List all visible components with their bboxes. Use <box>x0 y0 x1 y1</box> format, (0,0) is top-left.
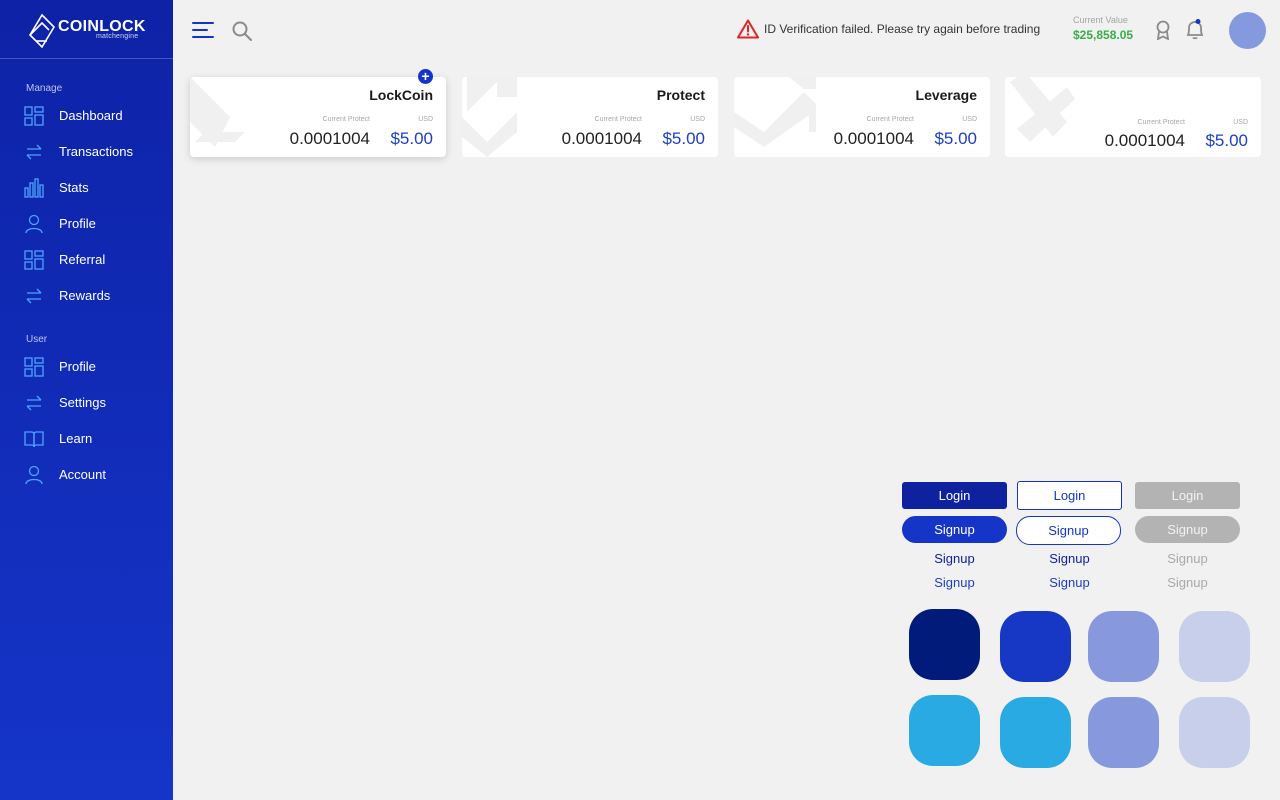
card-amount: 0.0001004 <box>1104 131 1185 150</box>
grid-icon <box>24 250 44 270</box>
swatch-lavender-2 <box>1179 697 1250 768</box>
signup-link-dark[interactable]: Signup <box>902 549 1007 569</box>
sidebar-item-label: Stats <box>59 180 89 195</box>
bar-chart-icon <box>24 178 44 198</box>
sidebar: COINLOCK matchengine Manage Dashboard Tr… <box>0 0 173 800</box>
coinlock-logo-icon <box>28 13 56 49</box>
current-protect-label: Current Protect <box>322 116 370 123</box>
current-protect-label: Current Protect <box>866 116 914 123</box>
card-price: $5.00 <box>934 129 977 148</box>
protect-watermark-icon <box>462 77 517 157</box>
sidebar-item-dashboard[interactable]: Dashboard <box>0 101 173 131</box>
current-value: $25,858.05 <box>1073 28 1134 42</box>
bell-notification-icon[interactable] <box>1184 18 1206 40</box>
sidebar-item-label: Learn <box>59 431 93 446</box>
signup-link-dark-2[interactable]: Signup <box>1017 549 1122 569</box>
current-protect-label: Current Protect <box>1137 119 1185 126</box>
book-icon <box>24 431 44 448</box>
swatch-lavender <box>1179 611 1250 682</box>
signup-button-outline[interactable]: Signup <box>1016 516 1121 545</box>
swatch-blue <box>1000 611 1071 682</box>
brand-subtitle: matchengine <box>96 33 139 40</box>
usd-label: USD <box>962 116 977 123</box>
sidebar-item-profile[interactable]: Profile <box>0 209 173 239</box>
arrows-exchange-icon <box>26 288 42 304</box>
current-protect-label: Current Protect <box>594 116 642 123</box>
card-title: LockCoin <box>369 87 433 103</box>
card-amount: 0.0001004 <box>833 129 914 148</box>
sidebar-item-referral[interactable]: Referral <box>0 245 173 275</box>
signup-button-primary[interactable]: Signup <box>902 516 1007 543</box>
sidebar-item-label: Transactions <box>59 144 133 159</box>
swatch-periwinkle-2 <box>1088 697 1159 768</box>
user-icon <box>25 214 43 234</box>
usd-label: USD <box>1233 119 1248 126</box>
section-label-user: User <box>26 334 48 345</box>
signup-link-blue-2[interactable]: Signup <box>1017 573 1122 593</box>
arrows-exchange-icon <box>26 144 42 160</box>
coin-card-fourth[interactable]: Current Protect USD 0.0001004 $5.00 <box>1005 77 1261 157</box>
lockcoin-watermark-icon <box>190 77 245 147</box>
sidebar-item-label: Settings <box>59 395 106 410</box>
sidebar-item-stats[interactable]: Stats <box>0 173 173 203</box>
signup-link-blue[interactable]: Signup <box>902 573 1007 593</box>
sidebar-item-account[interactable]: Account <box>0 460 173 490</box>
sidebar-item-learn[interactable]: Learn <box>0 424 173 454</box>
user-icon <box>25 465 43 485</box>
card-price: $5.00 <box>662 129 705 148</box>
sidebar-item-label: Profile <box>59 216 96 231</box>
warning-triangle-icon <box>737 19 759 39</box>
sidebar-item-settings[interactable]: Settings <box>0 388 173 418</box>
sidebar-item-transactions[interactable]: Transactions <box>0 137 173 167</box>
card-price: $5.00 <box>390 129 433 148</box>
login-button-disabled[interactable]: Login <box>1135 482 1240 509</box>
signup-link-gray[interactable]: Signup <box>1135 549 1240 569</box>
sidebar-item-label: Dashboard <box>59 108 123 123</box>
grid-icon <box>24 106 44 126</box>
sidebar-item-user-profile[interactable]: Profile <box>0 352 173 382</box>
card-amount: 0.0001004 <box>289 129 370 148</box>
card-title: Protect <box>656 87 705 103</box>
swatch-periwinkle <box>1088 611 1159 682</box>
login-button-primary[interactable]: Login <box>902 482 1007 509</box>
signup-link-gray-2[interactable]: Signup <box>1135 573 1240 593</box>
brand[interactable]: COINLOCK matchengine <box>0 0 173 59</box>
alert-text: ID Verification failed. Please try again… <box>764 22 1041 36</box>
card-price: $5.00 <box>1205 131 1248 150</box>
usd-label: USD <box>418 116 433 123</box>
search-icon[interactable] <box>231 20 253 42</box>
hamburger-menu-icon[interactable] <box>192 20 214 40</box>
card-amount: 0.0001004 <box>561 129 642 148</box>
section-label-manage: Manage <box>26 83 63 94</box>
leverage-watermark-icon <box>734 77 816 147</box>
coin-card-protect[interactable]: Protect Current Protect USD 0.0001004 $5… <box>462 77 718 157</box>
award-icon[interactable] <box>1154 20 1172 40</box>
x-watermark-icon <box>1010 77 1075 142</box>
sidebar-item-label: Profile <box>59 359 96 374</box>
sidebar-item-rewards[interactable]: Rewards <box>0 281 173 311</box>
swatch-sky-2 <box>1000 697 1071 768</box>
usd-label: USD <box>690 116 705 123</box>
arrows-exchange-icon <box>26 395 42 411</box>
swatch-navy <box>909 609 980 680</box>
login-button-outline[interactable]: Login <box>1017 481 1122 510</box>
sidebar-item-label: Referral <box>59 252 106 267</box>
coin-card-lockcoin[interactable]: + LockCoin Current Protect USD 0.0001004… <box>190 69 446 157</box>
add-button[interactable]: + <box>418 69 433 84</box>
coin-card-leverage[interactable]: Leverage Current Protect USD 0.0001004 $… <box>734 77 990 157</box>
grid-icon <box>24 357 44 377</box>
current-value-label: Current Value <box>1073 15 1128 25</box>
sidebar-item-label: Rewards <box>59 288 111 303</box>
sidebar-item-label: Account <box>59 467 106 482</box>
swatch-sky <box>909 695 980 766</box>
card-title: Leverage <box>915 87 977 103</box>
avatar[interactable] <box>1229 12 1266 49</box>
signup-button-disabled[interactable]: Signup <box>1135 516 1240 543</box>
